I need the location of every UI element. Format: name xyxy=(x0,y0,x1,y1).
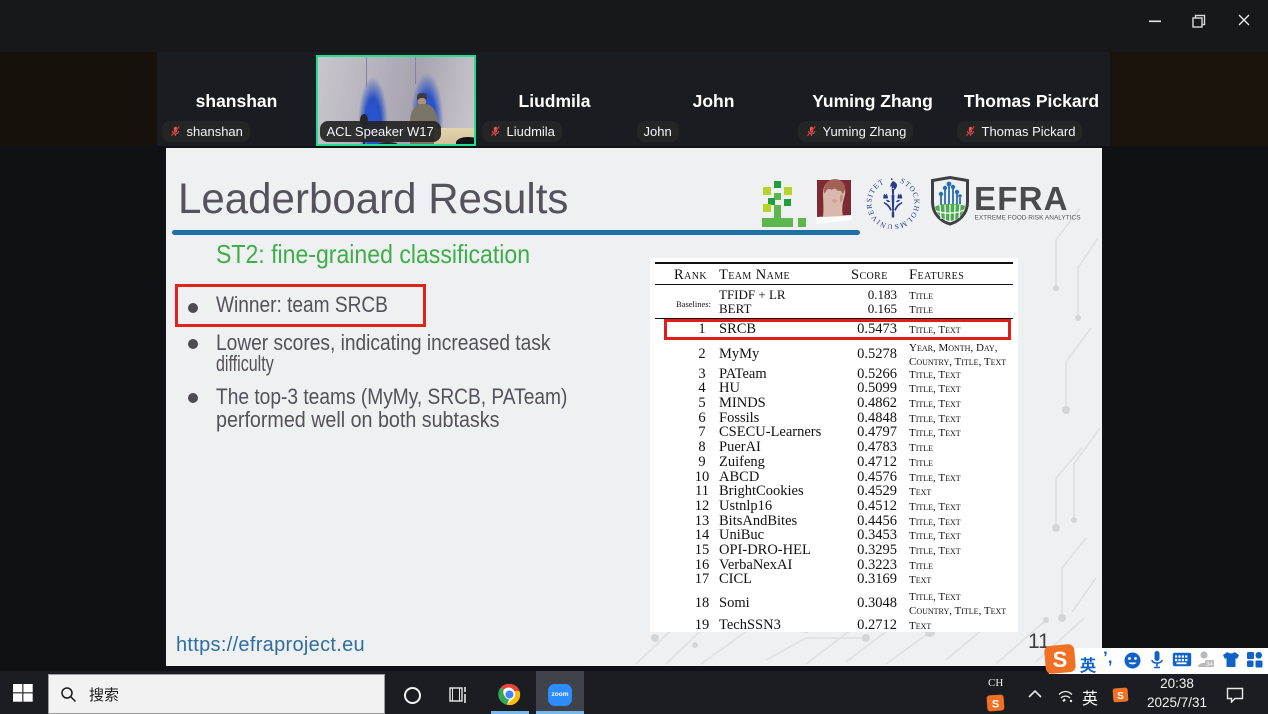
svg-text:S: S xyxy=(992,699,999,711)
svg-text:EXTREME FOOD RISK ANALYTICS: EXTREME FOOD RISK ANALYTICS xyxy=(975,215,1082,222)
svg-text:EFRA: EFRA xyxy=(974,180,1069,217)
svg-text:S: S xyxy=(1117,691,1124,702)
svg-text:S: S xyxy=(1053,647,1068,672)
svg-text:34: 34 xyxy=(1206,662,1213,668)
